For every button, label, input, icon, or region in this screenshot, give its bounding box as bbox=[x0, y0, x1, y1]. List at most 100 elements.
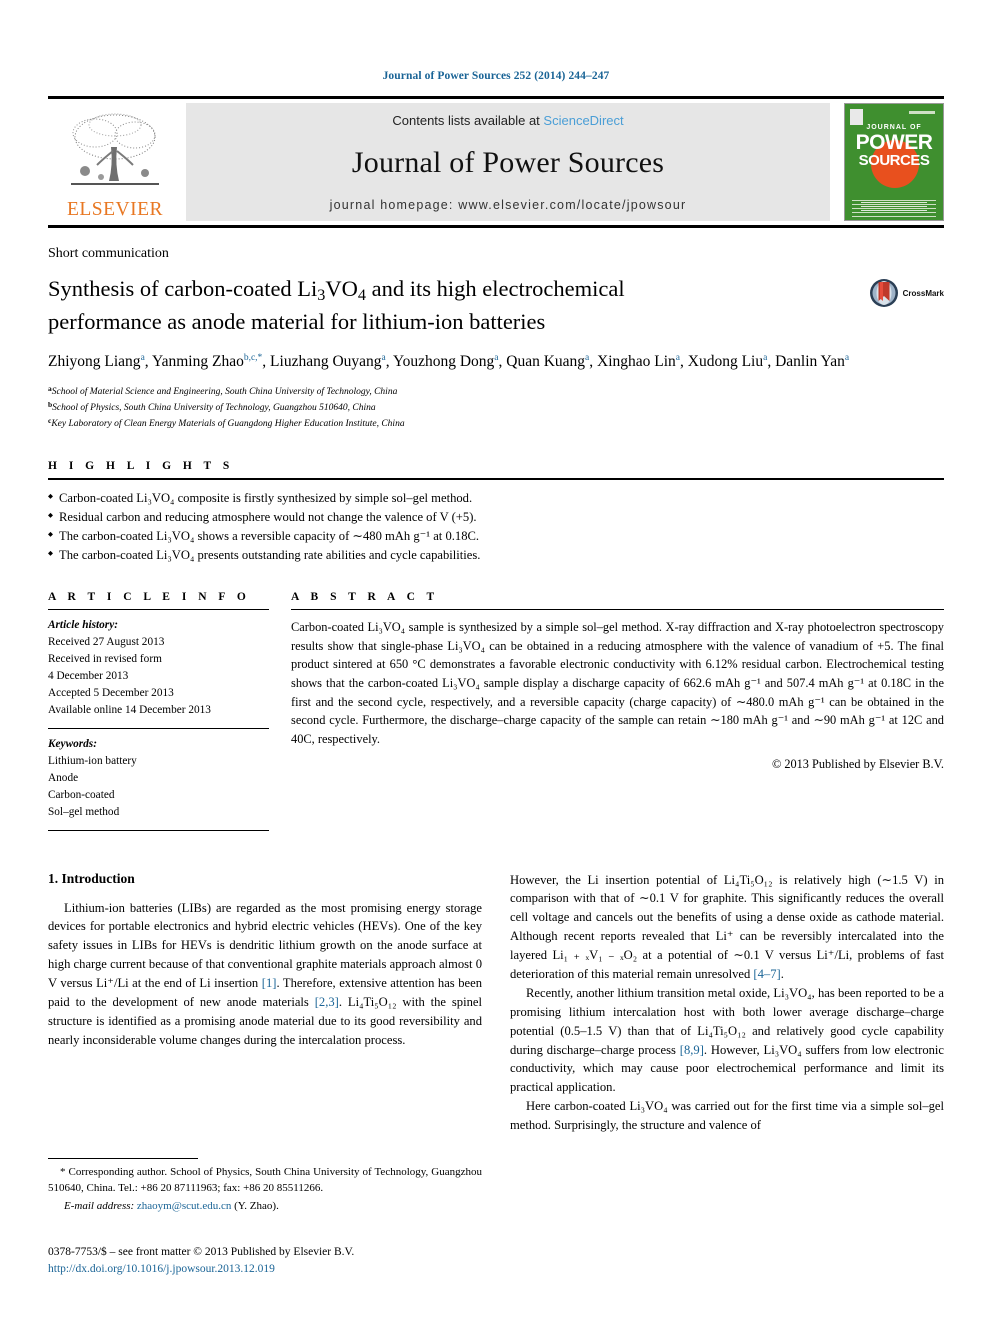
elsevier-logo: ELSEVIER bbox=[48, 103, 182, 221]
footnote-area: * Corresponding author. School of Physic… bbox=[48, 1158, 482, 1215]
journal-cover-thumbnail[interactable]: JOURNAL OF POWER SOURCES bbox=[844, 103, 944, 221]
journal-title: Journal of Power Sources bbox=[351, 146, 665, 179]
highlight-item: The carbon-coated Li₃VO₄ presents outsta… bbox=[48, 546, 944, 565]
author-name: Zhiyong Liang bbox=[48, 352, 141, 370]
title-part-1: Synthesis of carbon-coated Li bbox=[48, 276, 318, 301]
author-affiliation-mark: a bbox=[585, 352, 590, 363]
elsevier-tree-icon bbox=[71, 113, 159, 185]
front-matter-line: 0378-7753/$ – see front matter © 2013 Pu… bbox=[48, 1246, 355, 1258]
doi-link[interactable]: http://dx.doi.org/10.1016/j.jpowsour.201… bbox=[48, 1261, 548, 1278]
keywords-lines: Lithium-ion battery Anode Carbon-coated Sol… bbox=[48, 753, 269, 821]
para-right-1-part-b: . bbox=[780, 967, 784, 982]
running-head: Journal of Power Sources 252 (2014) 244–… bbox=[382, 70, 610, 82]
highlight-item: The carbon-coated Li₃VO₄ shows a reversi… bbox=[48, 527, 944, 546]
cover-power-label: POWER bbox=[855, 131, 933, 154]
body-column-right: However, the Li insertion potential of L… bbox=[510, 871, 944, 1135]
title-line-2: performance as anode material for lithiu… bbox=[48, 308, 546, 334]
article-history-line: Received 27 August 2013 bbox=[48, 636, 165, 649]
crossmark-label: CrossMark bbox=[902, 288, 944, 298]
keyword-item: Carbon-coated bbox=[48, 788, 115, 801]
article-history-line: Received in revised form bbox=[48, 653, 162, 666]
title-sub-2: 4 bbox=[357, 286, 366, 305]
affiliation-mark: a bbox=[48, 383, 52, 393]
citation-ref-2[interactable]: [2,3] bbox=[315, 995, 339, 1009]
masthead-band: Contents lists available at ScienceDirec… bbox=[186, 103, 830, 221]
affiliation-mark: b bbox=[48, 399, 53, 409]
crossmark-badge[interactable]: CrossMark bbox=[869, 278, 944, 308]
author-affiliation-mark: b,c,* bbox=[243, 352, 263, 363]
email-link[interactable]: zhaoym@scut.edu.cn bbox=[137, 1200, 231, 1212]
cover-journal-of-label: JOURNAL OF bbox=[866, 124, 922, 131]
highlight-item: Residual carbon and reducing atmosphere … bbox=[48, 508, 944, 527]
para-right-1-part-a: However, the Li insertion potential of L… bbox=[510, 872, 944, 982]
masthead-bottom-rule bbox=[48, 225, 944, 228]
paragraph-right-2: Recently, another lithium transition met… bbox=[510, 984, 944, 1097]
paragraph-right-3: Here carbon-coated Li₃VO₄ was carried ou… bbox=[510, 1099, 944, 1133]
author-name: Xinghao Lin bbox=[597, 352, 676, 370]
front-matter-block: 0378-7753/$ – see front matter © 2013 Pu… bbox=[48, 1244, 548, 1279]
journal-homepage-link[interactable]: journal homepage: www.elsevier.com/locat… bbox=[330, 198, 687, 212]
corresponding-author-text: * Corresponding author. School of Physic… bbox=[48, 1166, 482, 1194]
sciencedirect-link[interactable]: ScienceDirect bbox=[543, 113, 623, 128]
citation-ref-8-9[interactable]: [8,9] bbox=[680, 1043, 704, 1057]
author-affiliation-mark: a bbox=[140, 352, 145, 363]
highlights-heading: H I G H L I G H T S bbox=[48, 459, 234, 472]
author-name: Quan Kuang bbox=[506, 352, 586, 370]
abstract-rule bbox=[291, 609, 944, 611]
cover-elsevier-mini-icon bbox=[850, 109, 863, 125]
keyword-item: Lithium-ion battery bbox=[48, 754, 137, 767]
paragraph-right-1: However, the Li insertion potential of L… bbox=[510, 871, 944, 984]
highlight-item: Carbon-coated Li₃VO₄ composite is firstl… bbox=[48, 489, 944, 508]
keyword-item: Sol–gel method bbox=[48, 805, 120, 818]
keywords-bottom-rule bbox=[48, 829, 269, 831]
article-info-rule bbox=[48, 609, 269, 611]
abstract-column: A B S T R A C T Carbon-coated Li₃VO₄ sam… bbox=[291, 591, 944, 830]
citation-ref-1[interactable]: [1] bbox=[262, 976, 277, 990]
author-list: Zhiyong Lianga, Yanming Zhaob,c,*, Liuzh… bbox=[48, 352, 850, 370]
title-block: Synthesis of carbon-coated Li3VO4 and it… bbox=[48, 274, 944, 337]
section-heading-introduction: 1. Introduction bbox=[48, 870, 135, 886]
article-history-label: Article history: bbox=[48, 619, 118, 632]
contents-line: Contents lists available at ScienceDirec… bbox=[392, 113, 623, 128]
title-part-3: and its high electrochemical bbox=[365, 276, 625, 301]
abstract-text: Carbon-coated Li₃VO₄ sample is synthesiz… bbox=[291, 620, 944, 746]
contents-prefix: Contents lists available at bbox=[392, 113, 540, 128]
paragraph-left-1: Lithium-ion batteries (LIBs) are regarde… bbox=[48, 899, 482, 1050]
article-history-line: 4 December 2013 bbox=[48, 670, 129, 683]
article-content: Short communication Synthesis of carbon-… bbox=[48, 225, 944, 1135]
article-info-column: A R T I C L E I N F O Article history: R… bbox=[48, 591, 291, 831]
author-name: Yanming Zhao bbox=[151, 352, 244, 370]
elsevier-wordmark: ELSEVIER bbox=[66, 198, 164, 220]
keyword-item: Anode bbox=[48, 771, 79, 784]
article-info-heading: A R T I C L E I N F O bbox=[48, 591, 251, 604]
affiliation-mark: c bbox=[48, 415, 52, 425]
affiliation-list: aSchool of Material Science and Engineer… bbox=[48, 384, 944, 432]
cover-footer-lines bbox=[861, 202, 927, 212]
email-note: E-mail address: zhaoym@scut.edu.cn (Y. Z… bbox=[48, 1199, 482, 1215]
author-affiliation-mark: a bbox=[381, 352, 386, 363]
email-owner: (Y. Zhao). bbox=[234, 1199, 279, 1212]
author-affiliation-mark: a bbox=[494, 352, 499, 363]
article-history-lines: Received 27 August 2013 Received in revis… bbox=[48, 634, 269, 719]
keywords-label: Keywords: bbox=[48, 737, 97, 750]
paper-page: Journal of Power Sources 252 (2014) 244–… bbox=[0, 0, 992, 1323]
abstract-heading: A B S T R A C T bbox=[291, 591, 439, 604]
email-label: E-mail address: bbox=[64, 1199, 135, 1212]
citation-ref-4-7[interactable]: [4–7] bbox=[753, 967, 780, 981]
affiliation-item: cKey Laboratory of Clean Energy Material… bbox=[48, 415, 405, 429]
keywords-block: Keywords: Lithium-ion battery Anode Carbon… bbox=[48, 736, 269, 821]
corresponding-author-note: * Corresponding author. School of Physic… bbox=[48, 1165, 482, 1197]
page-title: Synthesis of carbon-coated Li3VO4 and it… bbox=[48, 274, 814, 337]
author-name: Youzhong Dong bbox=[392, 352, 495, 370]
article-history-line: Available online 14 December 2013 bbox=[48, 703, 211, 716]
affiliation-item: bSchool of Physics, South China Universi… bbox=[48, 399, 376, 414]
highlights-list: Carbon-coated Li₃VO₄ composite is firstl… bbox=[48, 489, 944, 566]
keywords-top-rule bbox=[48, 727, 269, 729]
highlights-section: H I G H L I G H T S Carbon-coated Li₃VO₄… bbox=[48, 460, 944, 566]
body-columns: 1. Introduction Lithium-ion batteries (L… bbox=[48, 871, 944, 1135]
affiliation-item: aSchool of Material Science and Engineer… bbox=[48, 383, 398, 398]
info-abstract-row: A R T I C L E I N F O Article history: R… bbox=[48, 591, 944, 831]
cover-top-bar bbox=[909, 111, 935, 114]
masthead-top-rule bbox=[48, 96, 944, 99]
article-history-block: Article history: Received 27 August 2013… bbox=[48, 617, 269, 719]
